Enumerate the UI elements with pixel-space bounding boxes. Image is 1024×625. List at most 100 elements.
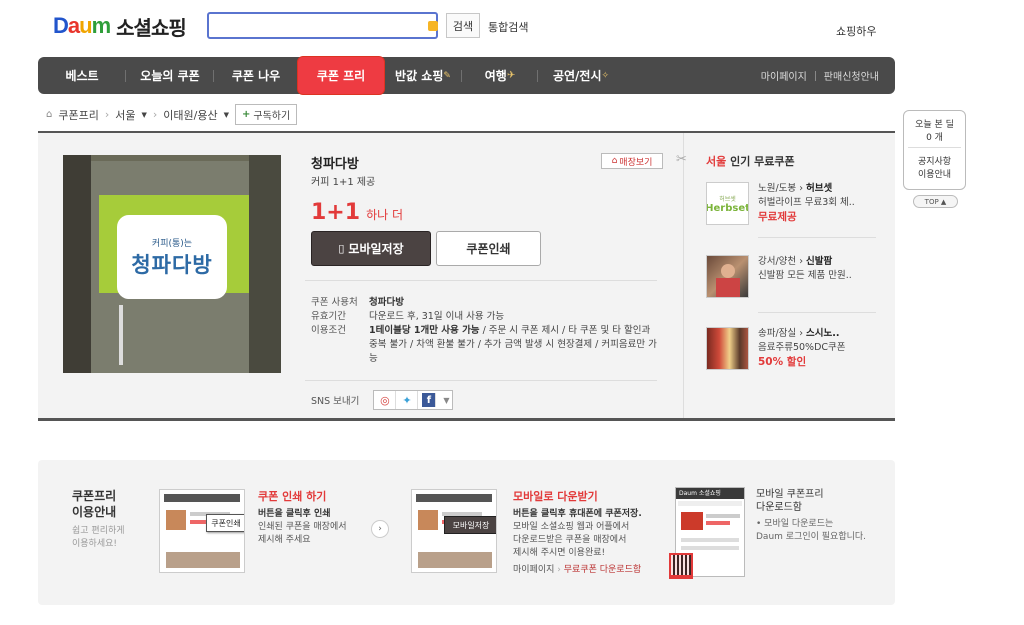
qr-code: [669, 553, 693, 579]
shot-nav: [416, 494, 492, 502]
herbset-small: 허브셋: [719, 195, 736, 203]
side-links: 공지사항 이용안내: [904, 148, 965, 184]
breadcrumb-separator: ›: [557, 565, 561, 575]
subscribe-label: 구독하기: [253, 111, 291, 122]
guide-line: 모바일 쿠폰프리: [756, 489, 824, 500]
logo-letter: m: [91, 13, 112, 38]
nav-best[interactable]: 베스트: [38, 57, 126, 94]
info-key: 이용조건: [311, 325, 346, 336]
breadcrumb-separator: ›: [152, 108, 158, 121]
guide-line: • 모바일 다운로드는: [756, 519, 834, 529]
mobile-guide-text: 모바일로 다운받기 버튼을 클릭후 휴대폰에 쿠폰저장. 모바일 소셜쇼핑 웹과…: [513, 488, 668, 577]
nav-right-links: 마이페이지 판매신청안내: [761, 57, 879, 94]
twitter-icon[interactable]: ✦: [396, 391, 419, 409]
guide-line: 모바일 소셜쇼핑 웹과 어플에서: [513, 522, 630, 532]
wand-icon: ✧: [601, 70, 610, 81]
popular-thumb: [706, 327, 749, 370]
guide-link[interactable]: 이용안내: [906, 167, 963, 180]
guide-sub-line: 이용하세요!: [72, 539, 118, 549]
print-badge: 쿠폰인쇄: [206, 514, 244, 532]
nav-performance[interactable]: 공연/전시 ✧: [538, 57, 624, 94]
door-frame: [249, 155, 281, 373]
print-guide-desc: 버튼을 클릭후 인쇄 인쇄된 쿠폰을 매장에서 제시해 주세요: [258, 508, 368, 547]
popular-area: 노원/도봉: [758, 183, 797, 194]
mobile-save-button[interactable]: ▯ 모바일저장: [311, 231, 431, 266]
nav-half-price[interactable]: 반값 쇼핑 ✎: [384, 57, 462, 94]
daum-logo[interactable]: Daum 소셜쇼핑: [53, 13, 187, 40]
search-button[interactable]: 검색: [446, 13, 480, 38]
nav-travel[interactable]: 여행 ✈: [462, 57, 538, 94]
guide-line: 다운로드받은 쿠폰을 매장에서: [513, 535, 627, 545]
search-input[interactable]: [207, 12, 438, 39]
nav-today-coupon[interactable]: 오늘의 쿠폰: [126, 57, 214, 94]
mobile-save-label: 모바일저장: [348, 242, 404, 256]
print-guide-title: 쿠폰 인쇄 하기: [258, 490, 327, 503]
shot-image: [166, 552, 240, 568]
popular-item[interactable]: 강서/양천 › 신발팜 신발팜 모든 제품 만원..: [706, 255, 876, 313]
mypage-link[interactable]: 마이페이지: [761, 68, 807, 83]
daum-share-icon[interactable]: ◎: [374, 391, 397, 409]
chevron-down-icon[interactable]: ▼: [224, 111, 229, 119]
home-icon[interactable]: ⌂: [46, 109, 52, 120]
product-subtitle: 커피 1+1 제공: [311, 177, 376, 188]
chevron-down-icon[interactable]: ▼: [142, 111, 147, 119]
shot-image: [166, 510, 186, 530]
nav-coupon-now[interactable]: 쿠폰 나우: [214, 57, 298, 94]
recent-label: 오늘 본 딜: [915, 120, 954, 130]
qr-pattern: [671, 555, 691, 575]
nav-half-price-label: 반값 쇼핑: [395, 69, 444, 83]
info-value: 청파다방: [369, 297, 404, 308]
chevron-down-icon[interactable]: ▼: [440, 391, 452, 409]
coupon-info: 쿠폰 사용처 청파다방 유효기간 다운로드 후, 31일 이내 사용 가능 이용…: [311, 296, 661, 366]
guide-heading: 쿠폰프리 이용안내: [72, 488, 116, 520]
promo-small: 하나 더: [366, 208, 403, 222]
print-guide-text: 쿠폰 인쇄 하기 버튼을 클릭후 인쇄 인쇄된 쿠폰을 매장에서 제시해 주세요: [258, 488, 368, 547]
top-label: TOP: [924, 197, 939, 206]
logo-letter: D: [53, 13, 69, 38]
promo-text: 1+1 하나 더: [311, 200, 403, 225]
coupon-print-button[interactable]: 쿠폰인쇄: [436, 231, 541, 266]
shot-line: [706, 514, 740, 518]
seller-guide-link[interactable]: 판매신청안내: [824, 68, 879, 83]
total-search-link[interactable]: 통합검색: [488, 19, 528, 35]
mypage-link[interactable]: 마이페이지: [513, 565, 554, 575]
shop-how-link[interactable]: 쇼핑하우: [836, 23, 876, 39]
top-button[interactable]: TOP ▲: [913, 195, 958, 208]
guide-bold: 버튼을 클릭후 인쇄: [258, 509, 331, 519]
popular-text: 강서/양천 › 신발팜 신발팜 모든 제품 만원..: [758, 256, 852, 281]
popular-item[interactable]: 송파/잠실 › 스시노.. 음료주류50%DC쿠폰 50% 할인: [706, 327, 871, 373]
product-image[interactable]: 커피(통)는 청파다방: [63, 155, 281, 373]
breadcrumb-coupon-free[interactable]: 쿠폰프리: [58, 107, 98, 123]
popular-thumb: 허브셋 Herbset: [706, 182, 749, 225]
popular-item[interactable]: 허브셋 Herbset 노원/도봉 › 허브셋 허벌라이프 무료3회 체.. 무…: [706, 182, 876, 238]
sns-share: SNS 보내기 ◎ ✦ f ▼: [311, 390, 454, 410]
guide-sub-line: 쉽고 편리하게: [72, 526, 125, 536]
breadcrumb-seoul[interactable]: 서울: [115, 107, 135, 123]
free-download-link[interactable]: 무료쿠폰 다운로드함: [564, 565, 641, 575]
thumb-shirt: [716, 278, 740, 297]
side-widget: 오늘 본 딜 0 개 공지사항 이용안내: [903, 110, 966, 190]
shot-line: [681, 546, 739, 550]
store-view-label: 매장보기: [619, 157, 653, 168]
divider: [305, 380, 657, 381]
subscribe-button[interactable]: + 구독하기: [235, 104, 298, 125]
print-guide-screenshot: 쿠폰인쇄: [159, 489, 245, 573]
nav-coupon-free[interactable]: 쿠폰 프리: [298, 57, 384, 94]
popular-tag: 무료제공: [758, 211, 797, 223]
info-key: 쿠폰 사용처: [311, 297, 358, 308]
divider: [305, 280, 657, 281]
recent-viewed[interactable]: 오늘 본 딜 0 개: [904, 111, 965, 147]
product-title: 청파다방: [311, 157, 359, 172]
store-view-button[interactable]: ⌂ 매장보기: [601, 153, 663, 169]
facebook-icon[interactable]: f: [422, 393, 437, 407]
breadcrumb-itaewon[interactable]: 이태원/용산: [163, 107, 217, 123]
shot-image: [418, 510, 438, 530]
notice-link[interactable]: 공지사항: [906, 154, 963, 167]
nav-divider: [814, 70, 816, 81]
info-value-bold: 1테이블당 1개만 사용 가능: [369, 325, 480, 336]
shot-line: [681, 538, 739, 542]
guide-line: 제시해 주세요: [258, 535, 311, 545]
popular-name: 허브셋: [806, 183, 833, 194]
site-name: 소셜쇼핑: [116, 15, 187, 40]
shot-image: [681, 512, 703, 530]
